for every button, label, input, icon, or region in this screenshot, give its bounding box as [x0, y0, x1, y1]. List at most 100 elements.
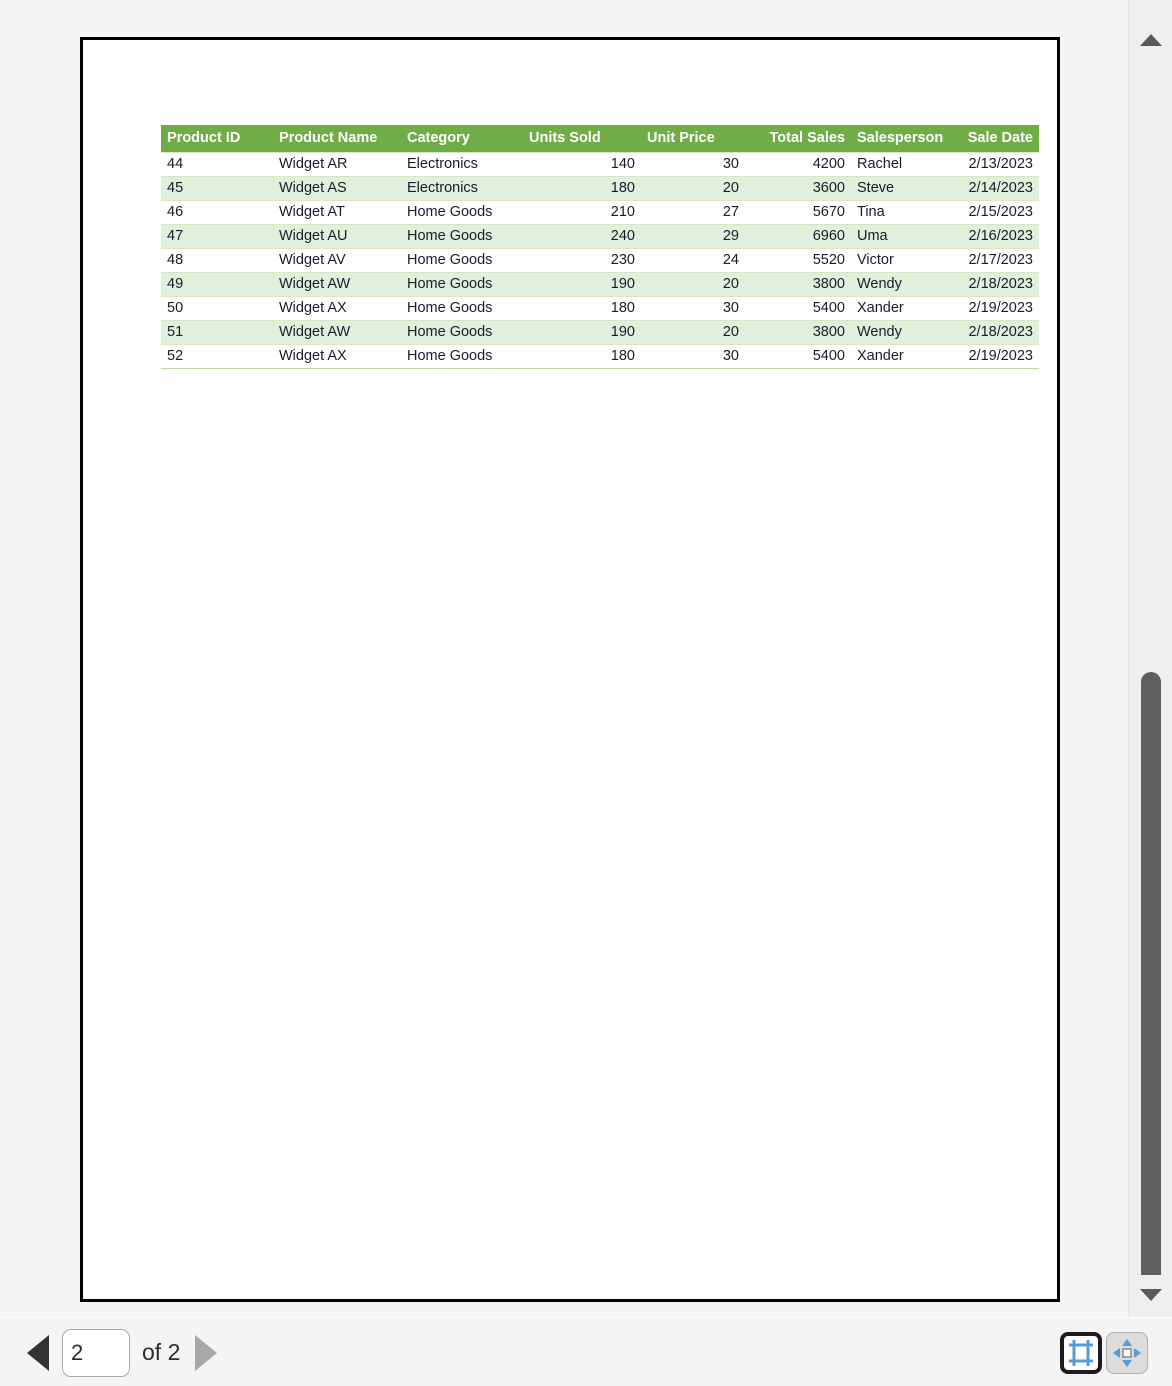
cell-product-name: Widget AS: [273, 176, 401, 201]
cell-total-sales: 3800: [745, 272, 851, 297]
pan-move-icon: [1113, 1338, 1141, 1367]
cell-product-id: 48: [161, 248, 273, 273]
page-total-label: of 2: [142, 1339, 181, 1365]
cell-total-sales: 4200: [745, 152, 851, 177]
cell-sale-date: 2/18/2023: [951, 320, 1039, 345]
cell-product-name: Widget AT: [273, 200, 401, 225]
column-header-units-sold: Units Sold: [523, 125, 641, 153]
cell-category: Home Goods: [401, 248, 523, 273]
table-row: 46 Widget AT Home Goods 210 27 5670 Tina 2/15/2…: [161, 200, 1039, 225]
next-page-button[interactable]: [192, 1332, 220, 1374]
cell-sale-date: 2/19/2023: [951, 344, 1039, 369]
page-layout-icon: [1068, 1339, 1094, 1366]
cell-total-sales: 5670: [745, 200, 851, 225]
cell-unit-price: 30: [641, 296, 745, 321]
cell-units-sold: 180: [523, 344, 641, 369]
sales-data-table: Product ID Product Name Category Units S…: [161, 125, 1039, 369]
scrollbar-track[interactable]: [1129, 60, 1172, 1285]
cell-sale-date: 2/17/2023: [951, 248, 1039, 273]
cell-total-sales: 3800: [745, 320, 851, 345]
cell-product-id: 50: [161, 296, 273, 321]
table-row: 44 Widget AR Electronics 140 30 4200 Rachel 2/1…: [161, 152, 1039, 177]
cell-sale-date: 2/18/2023: [951, 272, 1039, 297]
page-navigation: of 2: [24, 1318, 220, 1386]
scrollbar-thumb[interactable]: [1141, 672, 1161, 1285]
scroll-up-button[interactable]: [1129, 20, 1172, 60]
vertical-scrollbar[interactable]: [1128, 0, 1172, 1317]
cell-category: Home Goods: [401, 272, 523, 297]
cell-salesperson: Uma: [851, 224, 951, 249]
cell-salesperson: Xander: [851, 296, 951, 321]
cell-product-id: 47: [161, 224, 273, 249]
cell-unit-price: 27: [641, 200, 745, 225]
cell-units-sold: 240: [523, 224, 641, 249]
cell-salesperson: Victor: [851, 248, 951, 273]
bottom-toolbar: of 2: [0, 1317, 1172, 1386]
table-header-row: Product ID Product Name Category Units S…: [161, 125, 1039, 153]
cell-product-id: 51: [161, 320, 273, 345]
cell-category: Home Goods: [401, 296, 523, 321]
previous-page-button[interactable]: [24, 1332, 52, 1374]
view-mode-buttons: [1060, 1318, 1148, 1386]
cell-product-id: 52: [161, 344, 273, 369]
document-viewer-window: Product ID Product Name Category Units S…: [0, 0, 1172, 1386]
cell-salesperson: Wendy: [851, 272, 951, 297]
cell-units-sold: 190: [523, 320, 641, 345]
cell-units-sold: 190: [523, 272, 641, 297]
cell-sale-date: 2/15/2023: [951, 200, 1039, 225]
column-header-salesperson: Salesperson: [851, 125, 951, 153]
triangle-left-icon: [27, 1334, 49, 1371]
cell-sale-date: 2/19/2023: [951, 296, 1039, 321]
cell-total-sales: 5520: [745, 248, 851, 273]
cell-salesperson: Steve: [851, 176, 951, 201]
table-header: Product ID Product Name Category Units S…: [161, 125, 1039, 153]
pan-view-button[interactable]: [1106, 1331, 1148, 1374]
cell-product-name: Widget AU: [273, 224, 401, 249]
page-layout-view-button[interactable]: [1060, 1331, 1102, 1374]
cell-category: Electronics: [401, 152, 523, 177]
cell-unit-price: 30: [641, 152, 745, 177]
cell-unit-price: 30: [641, 344, 745, 369]
cell-units-sold: 230: [523, 248, 641, 273]
cell-product-name: Widget AR: [273, 152, 401, 177]
table-row: 48 Widget AV Home Goods 230 24 5520 Victor 2/17…: [161, 248, 1039, 273]
cell-unit-price: 20: [641, 272, 745, 297]
cell-product-id: 44: [161, 152, 273, 177]
cell-salesperson: Tina: [851, 200, 951, 225]
column-header-sale-date: Sale Date: [951, 125, 1039, 153]
scroll-down-button[interactable]: [1129, 1275, 1172, 1315]
table-row: 49 Widget AW Home Goods 190 20 3800 Wendy 2/18/…: [161, 272, 1039, 297]
table-row: 50 Widget AX Home Goods 180 30 5400 Xander 2/19…: [161, 296, 1039, 321]
cell-total-sales: 3600: [745, 176, 851, 201]
cell-unit-price: 24: [641, 248, 745, 273]
document-viewport[interactable]: Product ID Product Name Category Units S…: [0, 0, 1128, 1317]
triangle-right-icon: [195, 1334, 218, 1371]
cell-units-sold: 180: [523, 296, 641, 321]
cell-unit-price: 29: [641, 224, 745, 249]
cell-sale-date: 2/14/2023: [951, 176, 1039, 201]
cell-category: Home Goods: [401, 344, 523, 369]
table-body: 44 Widget AR Electronics 140 30 4200 Rachel 2/1…: [161, 152, 1039, 369]
column-header-category: Category: [401, 125, 523, 153]
cell-product-id: 49: [161, 272, 273, 297]
cell-total-sales: 5400: [745, 296, 851, 321]
cell-product-id: 45: [161, 176, 273, 201]
document-page: Product ID Product Name Category Units S…: [80, 37, 1060, 1302]
cell-sale-date: 2/13/2023: [951, 152, 1039, 177]
table-row: 45 Widget AS Electronics 180 20 3600 Steve 2/14…: [161, 176, 1039, 201]
cell-salesperson: Xander: [851, 344, 951, 369]
cell-salesperson: Wendy: [851, 320, 951, 345]
triangle-up-icon: [1140, 34, 1162, 46]
column-header-unit-price: Unit Price: [641, 125, 745, 153]
cell-product-name: Widget AW: [273, 272, 401, 297]
cell-sale-date: 2/16/2023: [951, 224, 1039, 249]
cell-units-sold: 210: [523, 200, 641, 225]
cell-units-sold: 180: [523, 176, 641, 201]
cell-unit-price: 20: [641, 320, 745, 345]
column-header-product-name: Product Name: [273, 125, 401, 153]
page-number-input[interactable]: [62, 1328, 130, 1377]
cell-product-name: Widget AX: [273, 296, 401, 321]
cell-category: Home Goods: [401, 200, 523, 225]
cell-total-sales: 5400: [745, 344, 851, 369]
cell-category: Home Goods: [401, 320, 523, 345]
